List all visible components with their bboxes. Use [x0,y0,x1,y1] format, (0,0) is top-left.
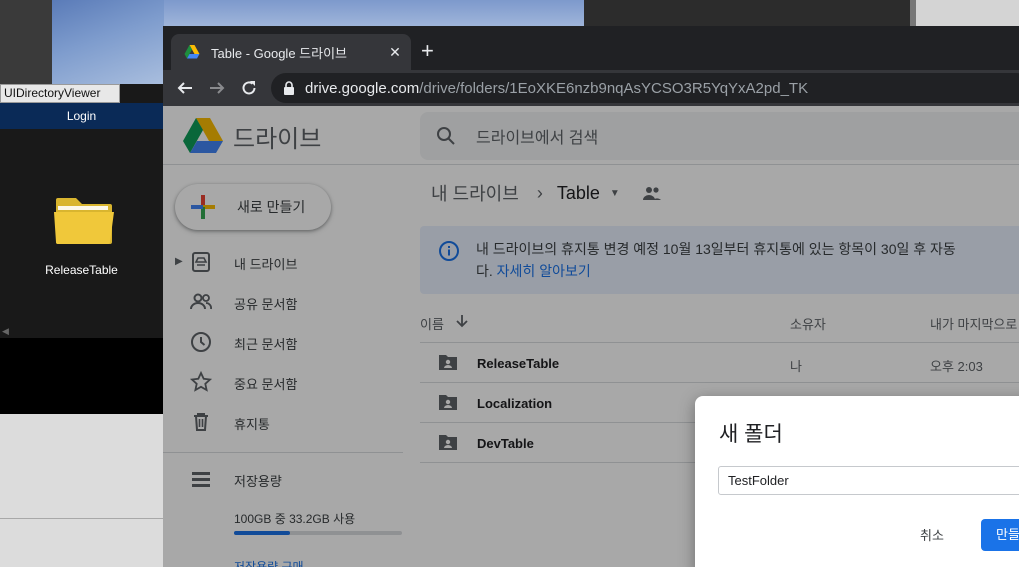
new-folder-dialog: 새 폴더 취소 만들기 [695,396,1019,567]
url-path: /drive/folders/1EoXKE6nzb9nqAsYCSO3R5YqY… [419,79,809,97]
desktop-wallpaper [52,0,164,84]
folder-name-input[interactable] [718,466,1019,495]
desktop-wallpaper-top [164,0,584,26]
directory-viewer-title[interactable]: UIDirectoryViewer [0,84,120,103]
browser-tab[interactable]: Table - Google 드라이브 ✕ [171,34,411,70]
drive-page: 드라이브 드라이브에서 검색 새로 만들기 ▶ 내 드라이브 공유 문서함 최근… [163,106,1019,567]
directory-viewer-window: UIDirectoryViewer Login ReleaseTable ◀ [0,84,163,414]
new-tab-icon[interactable]: + [421,40,434,62]
url-host: drive.google.com [305,79,420,97]
folder-icon[interactable] [52,190,116,246]
lock-icon [284,81,294,95]
background-window [584,0,910,26]
browser-toolbar: drive.google.com/drive/folders/1EoXKE6nz… [163,70,1019,106]
cancel-button[interactable]: 취소 [901,520,963,552]
close-tab-icon[interactable]: ✕ [383,44,407,61]
viewer-empty-area [0,338,163,414]
background-window-gray [916,0,1019,26]
desktop-divider [0,518,163,519]
folder-label: ReleaseTable [45,263,118,277]
dialog-title: 새 폴더 [719,423,783,446]
browser-window: Table - Google 드라이브 ✕ + drive.google.com… [163,26,1019,567]
desktop-background [0,0,52,84]
create-button[interactable]: 만들기 [981,519,1019,551]
back-icon[interactable] [173,76,197,100]
tab-title: Table - Google 드라이브 [211,45,348,61]
forward-icon[interactable] [205,76,229,100]
drive-favicon-icon [184,45,200,59]
login-button[interactable]: Login [0,103,163,129]
address-bar[interactable]: drive.google.com/drive/folders/1EoXKE6nz… [271,73,1019,103]
reload-icon[interactable] [237,76,261,100]
scroll-left-icon[interactable]: ◀ [2,326,9,337]
desktop-panel [0,414,163,567]
